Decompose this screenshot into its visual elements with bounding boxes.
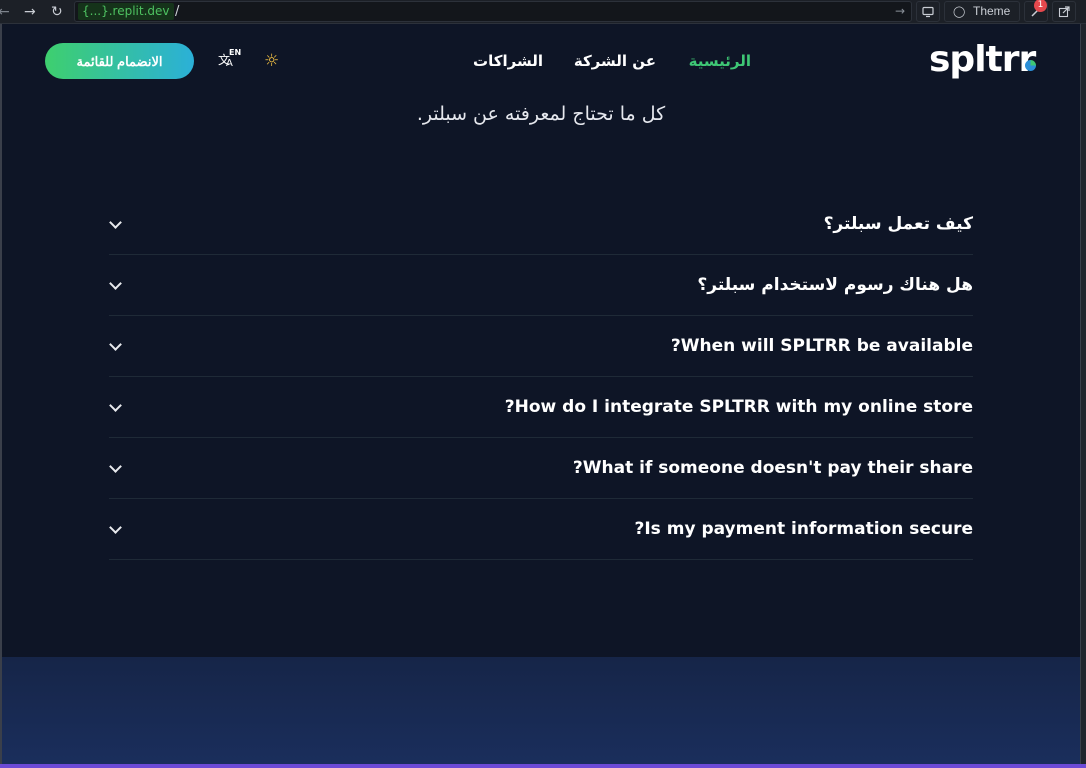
join-waitlist-button[interactable]: الانضمام للقائمة bbox=[45, 43, 194, 79]
chevron-down-icon[interactable] bbox=[109, 338, 122, 351]
chevron-down-icon[interactable] bbox=[109, 399, 122, 412]
forward-arrow-icon[interactable]: → bbox=[24, 3, 36, 21]
browser-toolbar: ← → ↻ {...}.replit.dev / → ◯ Theme 1 bbox=[0, 0, 1086, 24]
palette-icon: ◯ bbox=[953, 5, 966, 18]
faq-question: ?What if someone doesn't pay their share bbox=[572, 458, 973, 478]
translate-icon-latin: A bbox=[226, 58, 233, 69]
faq-question: ?Is my payment information secure bbox=[634, 519, 974, 539]
url-path: / bbox=[175, 4, 180, 19]
sun-icon[interactable]: ☼ bbox=[264, 51, 279, 71]
nav-home-link[interactable]: الرئيسية bbox=[689, 50, 751, 72]
faq-item[interactable]: ?What if someone doesn't pay their share bbox=[109, 438, 973, 499]
chevron-down-icon[interactable] bbox=[109, 216, 122, 229]
reload-icon[interactable]: ↻ bbox=[51, 3, 63, 21]
open-in-new-tab-button[interactable] bbox=[1052, 1, 1076, 22]
back-arrow-icon[interactable]: ← bbox=[0, 3, 10, 21]
faq-intro: كل ما تحتاج لمعرفته عن سبلتر. bbox=[416, 103, 666, 125]
faq-list: كيف تعمل سبلتر؟ هل هناك رسوم لاستخدام سب… bbox=[109, 194, 973, 560]
external-link-icon bbox=[1058, 6, 1070, 18]
theme-label: Theme bbox=[973, 4, 1011, 18]
chevron-down-icon[interactable] bbox=[109, 277, 122, 290]
address-bar[interactable]: {...}.replit.dev / → bbox=[74, 1, 912, 22]
chevron-down-icon[interactable] bbox=[109, 521, 122, 534]
logo[interactable]: spltrr bbox=[929, 38, 1036, 82]
navigate-arrow-icon[interactable]: → bbox=[895, 3, 905, 20]
language-code: EN bbox=[229, 48, 242, 57]
faq-question: ?When will SPLTRR be available bbox=[670, 336, 973, 356]
theme-button[interactable]: ◯ Theme bbox=[944, 1, 1020, 22]
nav-partnerships-link[interactable]: الشراكات bbox=[473, 50, 543, 72]
nav-about-link[interactable]: عن الشركة bbox=[574, 50, 656, 72]
faq-item[interactable]: ?Is my payment information secure bbox=[109, 499, 973, 560]
url-domain: {...}.replit.dev bbox=[78, 3, 174, 20]
viewport-border-bottom bbox=[0, 764, 1086, 768]
faq-intro-text: كل ما تحتاج لمعرفته عن سبلتر. bbox=[0, 101, 1082, 127]
scrollbar[interactable] bbox=[1080, 24, 1086, 768]
faq-question: كيف تعمل سبلتر؟ bbox=[823, 214, 973, 234]
monitor-icon bbox=[922, 6, 934, 18]
cta-section-band bbox=[2, 657, 1080, 764]
faq-item[interactable]: ?How do I integrate SPLTRR with my onlin… bbox=[109, 377, 973, 438]
devices-button[interactable] bbox=[916, 1, 940, 22]
logo-pie-icon bbox=[1025, 60, 1036, 71]
faq-item[interactable]: ?When will SPLTRR be available bbox=[109, 316, 973, 377]
faq-item[interactable]: هل هناك رسوم لاستخدام سبلتر؟ bbox=[109, 255, 973, 316]
faq-question: هل هناك رسوم لاستخدام سبلتر؟ bbox=[697, 275, 973, 295]
faq-question: ?How do I integrate SPLTRR with my onlin… bbox=[504, 397, 973, 417]
faq-item[interactable]: كيف تعمل سبلتر؟ bbox=[109, 194, 973, 255]
chevron-down-icon[interactable] bbox=[109, 460, 122, 473]
language-toggle[interactable]: 文 EN A bbox=[218, 48, 244, 72]
